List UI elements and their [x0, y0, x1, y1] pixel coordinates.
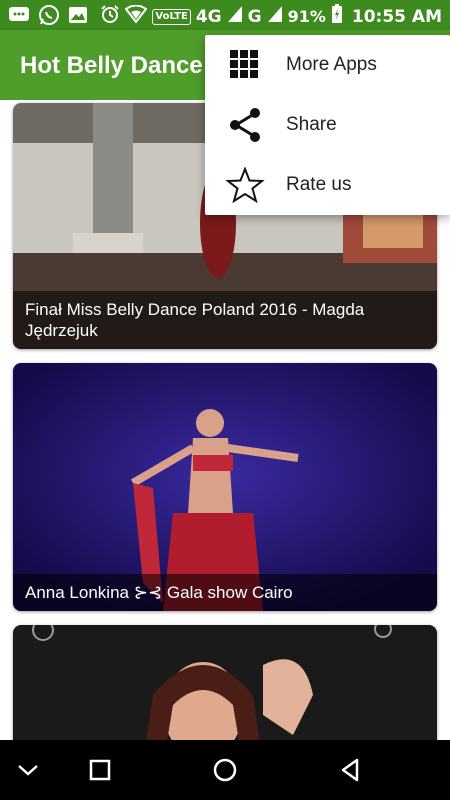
- share-icon: [225, 107, 265, 143]
- menu-item-label: Rate us: [286, 174, 352, 195]
- overflow-menu: More Apps Share Rate us: [205, 35, 450, 215]
- battery-icon: [331, 4, 343, 29]
- menu-item-more-apps[interactable]: More Apps: [205, 35, 450, 95]
- video-title: Finał Miss Belly Dance Poland 2016 - Mag…: [13, 291, 437, 349]
- grid-icon: [225, 47, 265, 83]
- collapse-icon[interactable]: [13, 755, 43, 785]
- battery-percent: 91%: [287, 7, 326, 26]
- volte-label: VoLTE: [152, 8, 191, 25]
- home-icon[interactable]: [210, 755, 240, 785]
- recents-icon[interactable]: [85, 755, 115, 785]
- star-icon: [225, 166, 265, 204]
- status-right-icons: VoLTE 4G G 91% 10:55 AM: [100, 4, 442, 29]
- whatsapp-icon: [38, 4, 60, 31]
- signal-icon: [227, 5, 243, 28]
- status-time: 10:55 AM: [351, 6, 442, 27]
- alarm-icon: [100, 4, 120, 29]
- menu-item-label: More Apps: [286, 54, 377, 75]
- chat-icon: [8, 5, 30, 30]
- video-thumbnail: [13, 625, 437, 740]
- video-card[interactable]: Anna Lonkina ⊱⊰ Gala show Cairo: [13, 363, 437, 611]
- status-bar: VoLTE 4G G 91% 10:55 AM: [0, 0, 450, 30]
- video-card[interactable]: [13, 625, 437, 740]
- hotspot-icon: [124, 4, 148, 28]
- network-type: 4G: [195, 6, 222, 27]
- network-type-2: G: [247, 6, 262, 27]
- status-left-icons: [8, 4, 88, 31]
- image-icon: [68, 5, 88, 30]
- back-icon[interactable]: [335, 755, 365, 785]
- video-title: Anna Lonkina ⊱⊰ Gala show Cairo: [13, 574, 437, 611]
- menu-item-label: Share: [286, 114, 337, 135]
- signal-icon-2: [267, 5, 283, 28]
- menu-item-rate-us[interactable]: Rate us: [205, 155, 450, 215]
- menu-item-share[interactable]: Share: [205, 95, 450, 155]
- app-title: Hot Belly Dance: [20, 52, 203, 79]
- navigation-bar: [0, 740, 450, 800]
